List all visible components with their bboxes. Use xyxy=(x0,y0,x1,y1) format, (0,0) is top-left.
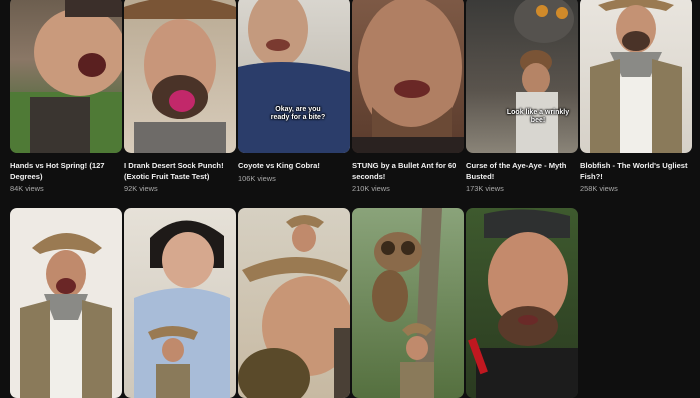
short-card[interactable] xyxy=(238,208,350,398)
short-card[interactable] xyxy=(10,208,122,398)
short-card[interactable]: I Drank Desert Sock Punch! (Exotic Fruit… xyxy=(124,0,236,193)
short-views: 84K views xyxy=(10,184,44,193)
short-views: 106K views xyxy=(238,173,276,183)
shorts-grid: Hands vs Hot Spring! (127 Degrees) 84K v… xyxy=(0,0,700,398)
short-card[interactable] xyxy=(352,208,464,398)
thumbnail-image xyxy=(352,0,464,153)
thumbnail-image xyxy=(124,0,236,153)
short-card[interactable]: Hands vs Hot Spring! (127 Degrees) 84K v… xyxy=(10,0,122,193)
short-title[interactable]: Blobfish - The World's Ugliest Fish?! xyxy=(580,161,692,182)
short-card[interactable]: Look like a wrinkly bee! Curse of the Ay… xyxy=(466,0,578,193)
short-title[interactable]: I Drank Desert Sock Punch! (Exotic Fruit… xyxy=(124,161,236,182)
thumbnail-caption: Okay, are you ready for a bite? xyxy=(270,106,326,121)
thumbnail-image xyxy=(590,0,682,153)
thumbnail-image xyxy=(514,0,574,153)
short-card[interactable] xyxy=(466,208,578,398)
thumbnail-image xyxy=(238,215,350,398)
short-thumbnail[interactable] xyxy=(124,208,236,398)
thumbnail-caption: Look like a wrinkly bee! xyxy=(506,109,570,124)
thumbnail-image xyxy=(20,233,112,398)
short-thumbnail[interactable]: Okay, are you ready for a bite? xyxy=(238,0,350,153)
thumbnail-image xyxy=(134,220,230,398)
thumbnail-image xyxy=(468,209,578,398)
short-title[interactable]: Hands vs Hot Spring! (127 Degrees) xyxy=(10,161,122,182)
short-title[interactable]: Coyote vs King Cobra! xyxy=(238,161,350,172)
short-thumbnail[interactable]: Look like a wrinkly bee! xyxy=(466,0,578,153)
short-views: 173K views xyxy=(466,184,504,193)
short-thumbnail[interactable] xyxy=(238,208,350,398)
short-card[interactable]: STUNG by a Bullet Ant for 60 seconds! 21… xyxy=(352,0,464,193)
thumbnail-image xyxy=(10,0,122,153)
short-title[interactable]: STUNG by a Bullet Ant for 60 seconds! xyxy=(352,161,464,182)
short-views: 210K views xyxy=(352,184,390,193)
short-views: 92K views xyxy=(124,184,158,193)
short-thumbnail[interactable] xyxy=(466,208,578,398)
short-card[interactable]: Okay, are you ready for a bite? Coyote v… xyxy=(238,0,350,183)
short-thumbnail[interactable] xyxy=(10,208,122,398)
short-thumbnail[interactable] xyxy=(580,0,692,153)
short-thumbnail[interactable] xyxy=(352,208,464,398)
short-thumbnail[interactable] xyxy=(10,0,122,153)
thumbnail-image xyxy=(238,0,350,153)
thumbnail-image xyxy=(372,208,442,398)
short-card[interactable]: Blobfish - The World's Ugliest Fish?! 25… xyxy=(580,0,692,193)
short-thumbnail[interactable] xyxy=(352,0,464,153)
short-title[interactable]: Curse of the Aye-Aye - Myth Busted! xyxy=(466,161,578,182)
short-views: 258K views xyxy=(580,184,618,193)
short-thumbnail[interactable] xyxy=(124,0,236,153)
short-card[interactable] xyxy=(124,208,236,398)
